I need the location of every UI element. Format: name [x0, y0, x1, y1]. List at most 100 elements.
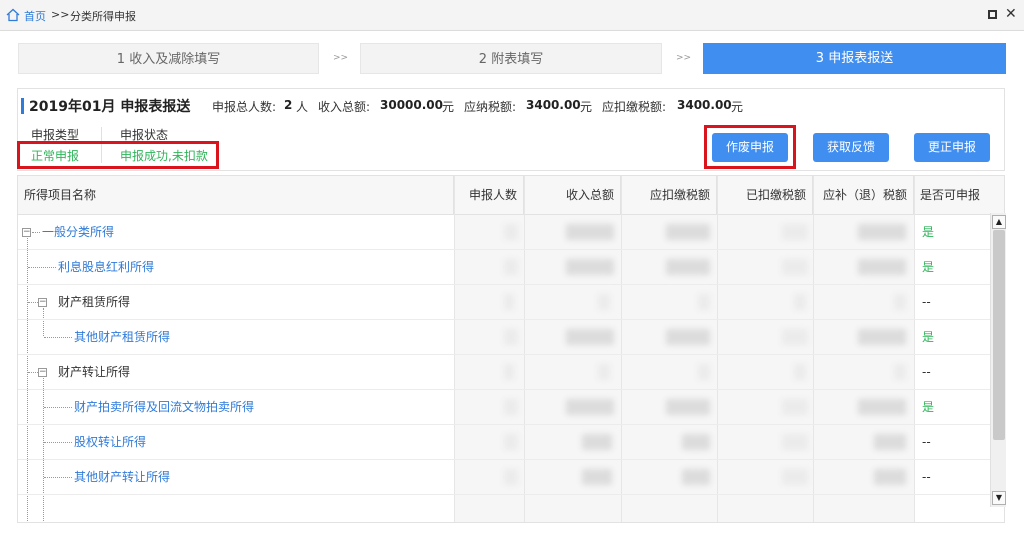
row-name[interactable]: 利息股息红利所得 [58, 250, 154, 285]
get-feedback-button[interactable]: 获取反馈 [813, 133, 889, 162]
tree-line [44, 337, 72, 338]
table-header: 所得项目名称 申报人数 收入总额 应扣缴税额 已扣缴税额 应补（退）税额 是否可… [18, 176, 1004, 215]
breadcrumb-separator: >> [51, 8, 70, 21]
step-income-deduction[interactable]: 1 收入及减除填写 [18, 43, 319, 74]
can-declare-value: 是 [922, 400, 935, 414]
tax-payable-unit: 元 [580, 100, 593, 114]
blurred-value [666, 224, 710, 240]
row-name[interactable]: 股权转让所得 [74, 425, 146, 460]
tree-line [28, 372, 38, 373]
step-submit[interactable]: 3 申报表报送 [703, 43, 1006, 74]
breadcrumb-home[interactable]: 首页 [24, 8, 46, 24]
blurred-value [794, 294, 806, 310]
highlight-box-status [17, 141, 219, 169]
people-unit: 人 [296, 100, 309, 114]
row-name[interactable]: 其他财产转让所得 [74, 460, 170, 495]
table-row[interactable]: − 财产转让所得 -- [18, 355, 992, 390]
title-bar: 首页 >> 分类所得申报 ✕ [0, 0, 1024, 31]
table-row[interactable]: 其他财产转让所得 -- [18, 460, 992, 495]
tax-payable-value: 3400.00 [526, 98, 581, 112]
tree-line [44, 407, 72, 408]
blurred-value [504, 259, 518, 275]
blurred-value [782, 329, 808, 345]
table-row[interactable]: 利息股息红利所得 是 [18, 250, 992, 285]
scroll-thumb[interactable] [993, 230, 1005, 440]
home-icon[interactable] [6, 8, 20, 22]
blurred-value [504, 469, 518, 485]
blurred-value [682, 434, 710, 450]
collapse-icon[interactable]: − [38, 298, 47, 307]
blurred-value [782, 469, 808, 485]
blurred-value [858, 329, 906, 345]
tree-line [28, 302, 38, 303]
blurred-value [782, 224, 808, 240]
row-name[interactable]: 一般分类所得 [42, 215, 114, 250]
blurred-value [504, 294, 514, 310]
tree-line [28, 267, 56, 268]
title-accent-bar [21, 98, 24, 114]
blurred-value [504, 329, 518, 345]
close-icon[interactable]: ✕ [1005, 5, 1017, 23]
table-row[interactable]: − 一般分类所得 是 [18, 215, 992, 250]
row-name[interactable]: 财产租赁所得 [58, 285, 130, 320]
can-declare-value: 是 [922, 260, 935, 274]
can-declare-value: 是 [922, 225, 935, 239]
blurred-value [566, 224, 614, 240]
can-declare-value: 是 [922, 330, 935, 344]
tree-line [44, 477, 72, 478]
can-declare-value: -- [922, 365, 931, 379]
tax-payable-label: 应纳税额: [464, 100, 517, 114]
blurred-value [894, 294, 906, 310]
column-header-tax-payable: 应扣缴税额 [621, 176, 717, 215]
blurred-value [504, 399, 518, 415]
blurred-value [794, 364, 806, 380]
blurred-value [566, 259, 614, 275]
can-declare-value: -- [922, 295, 931, 309]
blurred-value [598, 364, 610, 380]
tree-line [32, 232, 40, 233]
blurred-value [874, 469, 906, 485]
blurred-value [782, 399, 808, 415]
income-value: 30000.00 [380, 98, 444, 112]
row-name[interactable]: 财产转让所得 [58, 355, 130, 390]
blurred-value [698, 364, 710, 380]
blurred-value [566, 329, 614, 345]
column-header-tax-due: 应补（退）税额 [813, 176, 914, 215]
correct-declaration-button[interactable]: 更正申报 [914, 133, 990, 162]
row-name[interactable]: 其他财产租赁所得 [74, 320, 170, 355]
table-row[interactable]: − 财产租赁所得 -- [18, 285, 992, 320]
table-scrollbar[interactable]: ▲ ▼ [990, 213, 1006, 507]
tree-line [44, 442, 72, 443]
column-header-can-declare: 是否可申报 [920, 188, 981, 202]
scroll-down-icon[interactable]: ▼ [992, 491, 1006, 505]
blurred-value [782, 259, 808, 275]
blurred-value [582, 469, 612, 485]
maximize-icon[interactable] [988, 10, 997, 19]
blurred-value [682, 469, 710, 485]
step-arrow-icon: >> [676, 53, 692, 63]
row-name[interactable]: 财产拍卖所得及回流文物拍卖所得 [74, 390, 254, 425]
blurred-value [666, 399, 710, 415]
people-value: 2 [284, 98, 293, 112]
table-row[interactable]: 财产拍卖所得及回流文物拍卖所得 是 [18, 390, 992, 425]
blurred-value [566, 399, 614, 415]
blurred-value [504, 434, 518, 450]
can-declare-value: -- [922, 470, 931, 484]
breadcrumb-current-page: 分类所得申报 [70, 10, 136, 23]
blurred-value [858, 259, 906, 275]
collapse-icon[interactable]: − [22, 228, 31, 237]
collapse-icon[interactable]: − [38, 368, 47, 377]
blurred-value [582, 434, 612, 450]
blurred-value [666, 329, 710, 345]
blurred-value [858, 399, 906, 415]
tax-withheld-label: 应扣缴税额: [602, 100, 667, 114]
step-attachment[interactable]: 2 附表填写 [360, 43, 662, 74]
table-row[interactable]: 其他财产租赁所得 是 [18, 320, 992, 355]
blurred-value [782, 434, 808, 450]
blurred-value [874, 434, 906, 450]
table-row[interactable]: 股权转让所得 -- [18, 425, 992, 460]
blurred-value [894, 364, 906, 380]
blurred-value [504, 364, 514, 380]
blurred-value [666, 259, 710, 275]
scroll-up-icon[interactable]: ▲ [992, 215, 1006, 229]
